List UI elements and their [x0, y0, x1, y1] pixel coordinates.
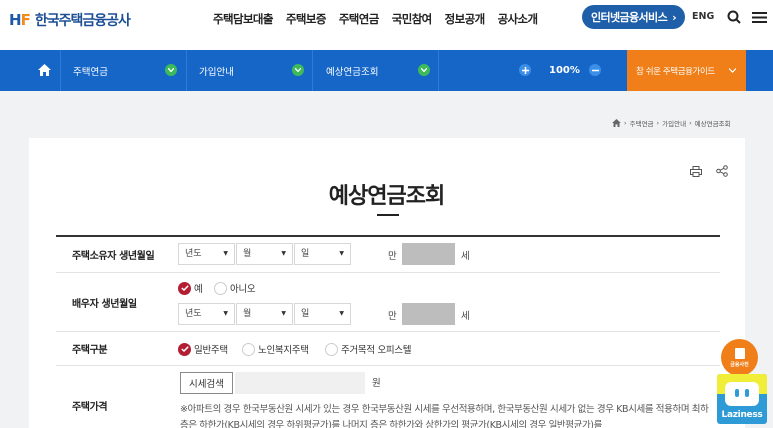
- laziness-face-icon: [725, 382, 759, 406]
- gnb-item-disclosure[interactable]: 정보공개: [445, 10, 486, 28]
- breadcrumb: › 주택연금 › 가입안내 › 예상연금조회: [612, 118, 731, 128]
- eye-icon: [735, 389, 739, 397]
- age-suffix: 세: [461, 251, 470, 262]
- radio-checked-icon: [178, 342, 191, 356]
- caret-down-icon: ▼: [223, 250, 228, 257]
- chevron-right-icon: ›: [672, 10, 677, 24]
- owner-year-select[interactable]: 년도 ▼: [178, 243, 235, 265]
- hf-logo[interactable]: HF 한국주택금융공사: [9, 10, 131, 30]
- finance-dictionary-button[interactable]: 금융사전: [721, 339, 758, 376]
- spouse-no-radio[interactable]: 아니오: [214, 281, 256, 295]
- price-search-button[interactable]: 시세검색: [180, 372, 233, 394]
- nav-level1-label: 주택연금: [73, 66, 108, 78]
- laziness-widget[interactable]: Laziness: [717, 374, 767, 424]
- book-icon: [734, 347, 745, 359]
- age-suffix: 세: [461, 311, 470, 322]
- house-price-input[interactable]: [235, 372, 365, 394]
- form-row-owner-birth: 주택소유자 생년월일 년도 ▼ 월 ▼ 일 ▼ 만 세: [56, 237, 720, 273]
- spouse-age-output: [402, 303, 455, 325]
- radio-unchecked-icon: [214, 281, 227, 295]
- house-type-officetel-radio[interactable]: 주거목적 오피스텔: [325, 342, 412, 356]
- breadcrumb-separator: ›: [689, 119, 692, 127]
- caret-down-icon: ▼: [281, 310, 286, 317]
- site-header: HF 한국주택금융공사 주택담보대출 주택보증 주택연금 국민참여 정보공개 공…: [0, 0, 773, 50]
- age-prefix: 만: [388, 311, 397, 322]
- nav-divider: [438, 50, 439, 91]
- breadcrumb-separator: ›: [624, 119, 627, 127]
- house-type-general-radio[interactable]: 일반주택: [178, 342, 228, 356]
- radio-unchecked-icon: [242, 342, 255, 356]
- caret-down-icon: ▼: [339, 310, 344, 317]
- global-nav: 주택담보대출 주택보증 주택연금 국민참여 정보공개 공사소개: [213, 10, 551, 28]
- gnb-item-mortgage[interactable]: 주택담보대출: [213, 10, 273, 28]
- caret-down-icon: ▼: [223, 310, 228, 317]
- price-unit: 원: [372, 378, 381, 389]
- radio-checked-icon: [178, 281, 191, 295]
- age-prefix: 만: [388, 251, 397, 262]
- search-icon[interactable]: [727, 10, 741, 24]
- print-icon[interactable]: [690, 166, 702, 177]
- title-underline: [377, 214, 399, 216]
- nav-divider: [186, 50, 187, 91]
- chevron-down-icon[interactable]: [418, 64, 430, 76]
- internet-service-button[interactable]: 인터넷금융서비스 ›: [582, 5, 685, 29]
- row-value: 일반주택 노인복지주택 주거목적 오피스텔: [172, 332, 720, 365]
- row-value: 년도 ▼ 월 ▼ 일 ▼ 만 세: [172, 237, 720, 272]
- share-icon[interactable]: [716, 165, 728, 177]
- hf-logo-mark: HF: [9, 11, 31, 29]
- breadcrumb-current: 예상연금조회: [694, 120, 731, 128]
- form-row-spouse-birth: 배우자 생년월일 예 아니오 년도 ▼ 월 ▼ 일 ▼ 만 세: [56, 273, 720, 332]
- zoom-out-icon[interactable]: [589, 64, 601, 76]
- price-note: ※아파트의 경우 한국부동산원 시세가 있는 경우 한국부동산원 시세를 우선적…: [180, 404, 709, 428]
- gnb-item-pension[interactable]: 주택연금: [339, 10, 380, 28]
- owner-day-select[interactable]: 일 ▼: [294, 243, 351, 265]
- gnb-item-guarantee[interactable]: 주택보증: [286, 10, 327, 28]
- row-value: 예 아니오 년도 ▼ 월 ▼ 일 ▼ 만 세: [172, 273, 720, 331]
- row-label: 주택구분: [72, 345, 108, 356]
- laziness-label: Laziness: [721, 410, 763, 420]
- zoom-in-icon[interactable]: [519, 64, 531, 76]
- breadcrumb-item[interactable]: 가입안내: [662, 118, 686, 128]
- pension-form-table: 주택소유자 생년월일 년도 ▼ 월 ▼ 일 ▼ 만 세 배우자 생년월일 예 아…: [56, 235, 720, 428]
- form-row-house-price: 주택가격 시세검색 원 ※아파트의 경우 한국부동산원 시세가 있는 경우 한국…: [56, 366, 720, 428]
- nav-level3-label: 예상연금조회: [326, 66, 379, 78]
- form-row-house-type: 주택구분 일반주택 노인복지주택 주거목적 오피스텔: [56, 332, 720, 366]
- eye-icon: [745, 389, 749, 397]
- gnb-item-about[interactable]: 공사소개: [498, 10, 539, 28]
- nav-divider: [60, 50, 61, 91]
- gnb-item-participation[interactable]: 국민참여: [392, 10, 433, 28]
- housing-finance-guide-button[interactable]: 참 쉬운 주택금융가이드: [627, 50, 746, 91]
- chevron-down-icon[interactable]: [292, 64, 304, 76]
- caret-down-icon: ▼: [339, 250, 344, 257]
- spouse-year-select[interactable]: 년도 ▼: [178, 303, 235, 325]
- spouse-yes-radio[interactable]: 예: [178, 281, 203, 295]
- hamburger-menu-icon[interactable]: [752, 12, 767, 23]
- nav-divider: [312, 50, 313, 91]
- row-label: 주택소유자 생년월일: [72, 251, 155, 262]
- chevron-down-icon: [728, 68, 736, 73]
- caret-down-icon: ▼: [281, 250, 286, 257]
- lang-eng-link[interactable]: ENG: [692, 11, 714, 22]
- radio-unchecked-icon: [325, 342, 338, 356]
- home-icon[interactable]: [612, 119, 621, 127]
- home-icon[interactable]: [38, 64, 51, 76]
- owner-month-select[interactable]: 월 ▼: [236, 243, 293, 265]
- row-label: 주택가격: [72, 402, 108, 413]
- logo-text: 한국주택금융공사: [34, 13, 131, 29]
- owner-age-output: [402, 243, 455, 265]
- row-label: 배우자 생년월일: [72, 298, 137, 310]
- spouse-day-select[interactable]: 일 ▼: [294, 303, 351, 325]
- page-title: 예상연금조회: [328, 184, 445, 209]
- breadcrumb-item[interactable]: 주택연금: [630, 118, 654, 128]
- guide-label: 참 쉬운 주택금융가이드: [636, 66, 715, 77]
- zoom-level: 100%: [549, 65, 580, 76]
- breadcrumb-separator: ›: [656, 119, 660, 127]
- dictionary-label: 금융사전: [730, 361, 749, 368]
- house-type-senior-radio[interactable]: 노인복지주택: [242, 342, 309, 356]
- internet-service-label: 인터넷금융서비스: [590, 11, 668, 24]
- nav-level2-label: 가입안내: [199, 66, 234, 78]
- spouse-month-select[interactable]: 월 ▼: [236, 303, 293, 325]
- chevron-down-icon[interactable]: [165, 64, 177, 76]
